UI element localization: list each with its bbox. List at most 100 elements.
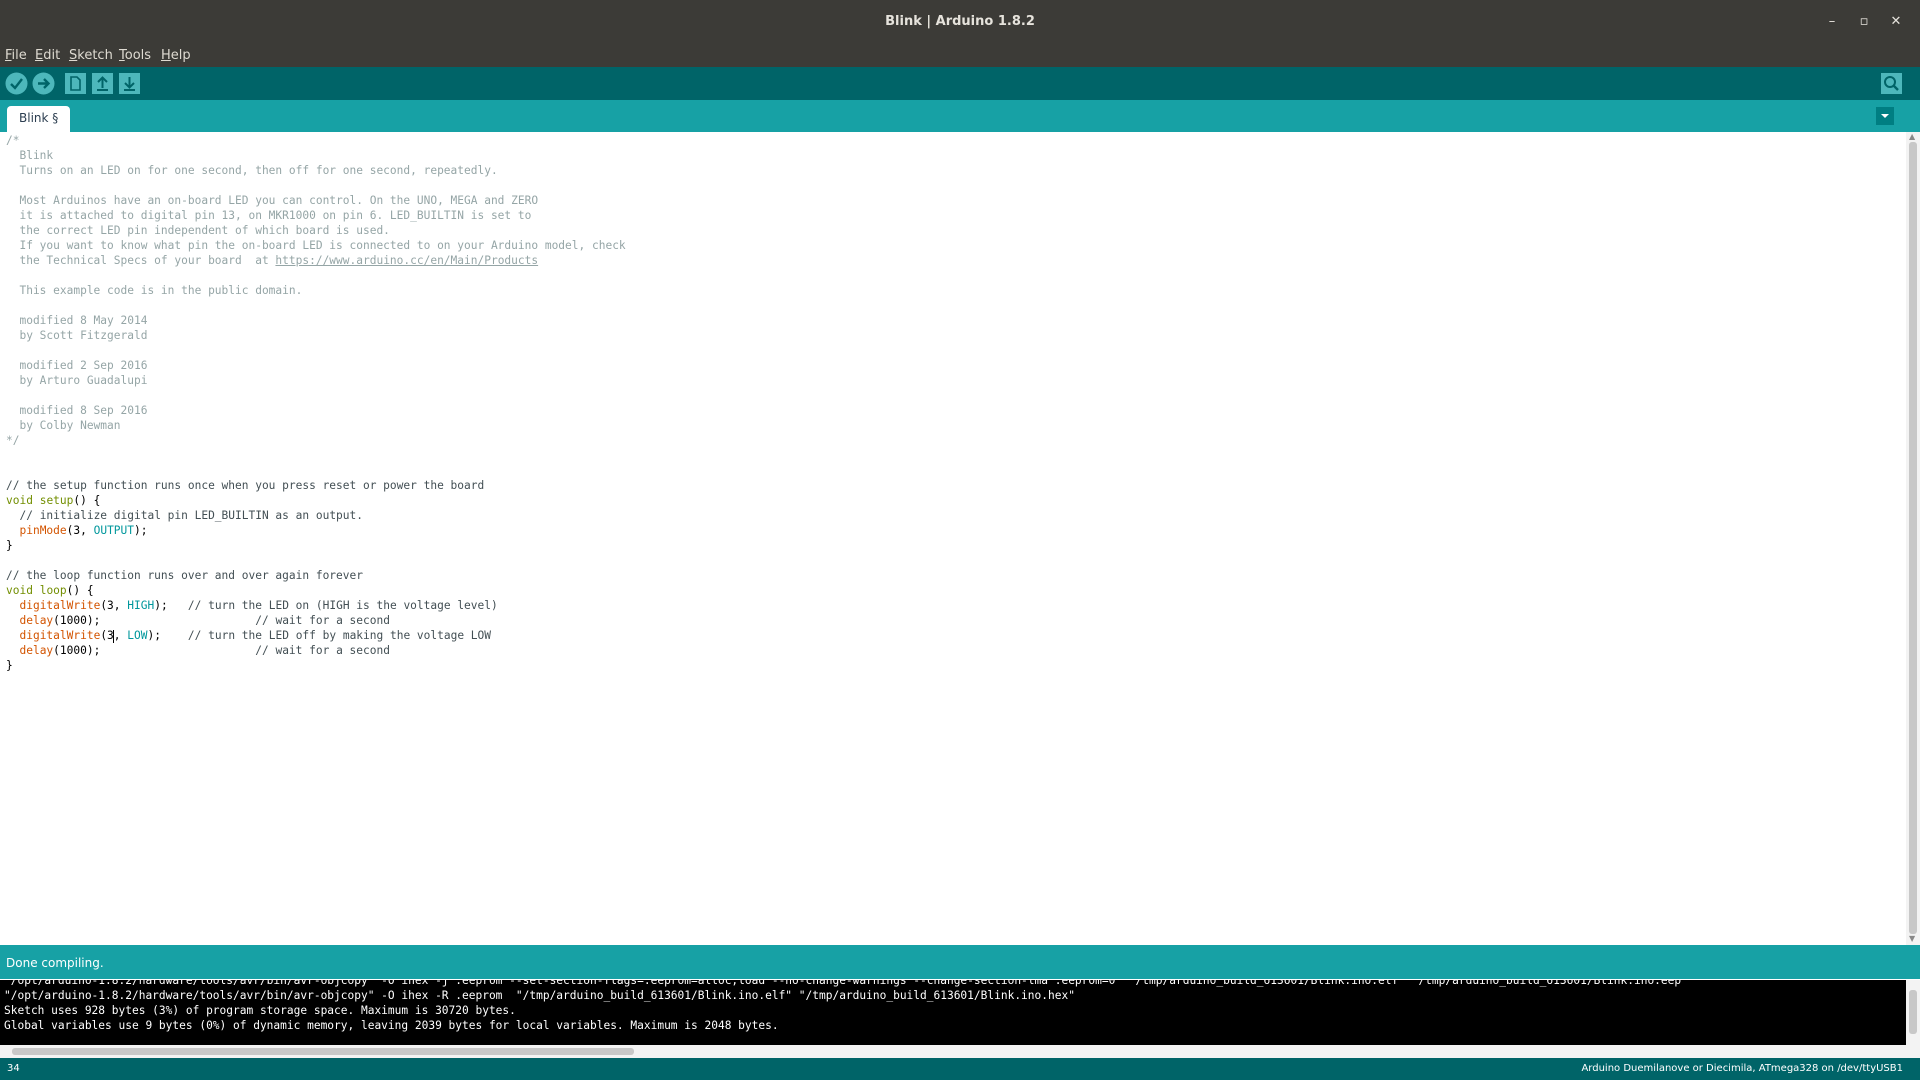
code-line[interactable]: void loop() {	[6, 583, 626, 598]
code-line[interactable]: modified 2 Sep 2016	[6, 358, 626, 373]
console-line: Global variables use 9 bytes (0%) of dyn…	[4, 1019, 779, 1032]
code-token: digitalWrite	[19, 629, 101, 642]
verify-button[interactable]	[5, 72, 28, 95]
menu-file[interactable]: File	[5, 48, 27, 63]
code-line[interactable]: the Technical Specs of your board at htt…	[6, 253, 626, 268]
console-scroll-thumb[interactable]	[1909, 990, 1917, 1034]
code-line[interactable]: Most Arduinos have an on-board LED you c…	[6, 193, 626, 208]
code-line[interactable]: }	[6, 538, 626, 553]
code-line[interactable]: Blink	[6, 148, 626, 163]
code-token: }	[6, 659, 13, 672]
code-token: modified 8 May 2014	[6, 314, 148, 327]
code-line[interactable]: // the loop function runs over and over …	[6, 568, 626, 583]
code-link[interactable]: https://www.arduino.cc/en/Main/Products	[275, 254, 538, 267]
code-line[interactable]: Turns on an LED on for one second, then …	[6, 163, 626, 178]
code-token: modified 8 Sep 2016	[6, 404, 148, 417]
code-token: );	[154, 599, 188, 612]
menu-sketch-label: ketch	[77, 48, 113, 63]
code-token: );	[134, 524, 148, 537]
tab-blink[interactable]: Blink §	[7, 106, 71, 132]
code-editor[interactable]: /* Blink Turns on an LED on for one seco…	[0, 132, 1905, 945]
minimize-button[interactable]: –	[1820, 10, 1844, 34]
menu-sketch[interactable]: Sketch	[69, 48, 113, 63]
menu-tools[interactable]: Tools	[119, 48, 151, 63]
code-token: Blink	[6, 149, 54, 162]
code-token: loop	[39, 584, 67, 597]
tab-menu-button[interactable]	[1876, 107, 1894, 125]
code-line[interactable]: }	[6, 658, 626, 673]
code-line[interactable]	[6, 298, 626, 313]
code-token: If you want to know what pin the on-boar…	[6, 239, 626, 252]
code-token: // the loop function runs over and over …	[6, 569, 363, 582]
save-sketch-button[interactable]	[118, 72, 141, 95]
new-sketch-button[interactable]	[64, 72, 87, 95]
code-line[interactable]: */	[6, 433, 626, 448]
console-vertical-scrollbar[interactable]	[1906, 980, 1920, 1045]
code-token: delay	[19, 614, 54, 627]
code-line[interactable]: // the setup function runs once when you…	[6, 478, 626, 493]
code-line[interactable]	[6, 388, 626, 403]
code-line[interactable]	[6, 448, 626, 463]
code-line[interactable]: If you want to know what pin the on-boar…	[6, 238, 626, 253]
code-line[interactable]: by Scott Fitzgerald	[6, 328, 626, 343]
code-line[interactable]	[6, 178, 626, 193]
code-token: (1000);	[53, 644, 256, 657]
code-line[interactable]: /*	[6, 133, 626, 148]
code-token: );	[147, 629, 188, 642]
code-line[interactable]: digitalWrite(3, LOW); // turn the LED of…	[6, 628, 626, 643]
code-text[interactable]: /* Blink Turns on an LED on for one seco…	[6, 133, 626, 673]
code-line[interactable]: This example code is in the public domai…	[6, 283, 626, 298]
code-line[interactable]: by Colby Newman	[6, 418, 626, 433]
code-line[interactable]: // initialize digital pin LED_BUILTIN as…	[6, 508, 626, 523]
upload-button[interactable]	[32, 72, 55, 95]
upload-icon	[32, 72, 55, 95]
open-icon	[92, 73, 113, 94]
close-button[interactable]: ✕	[1884, 10, 1908, 34]
code-line[interactable]: it is attached to digital pin 13, on MKR…	[6, 208, 626, 223]
verify-icon	[5, 72, 28, 95]
serial-monitor-button[interactable]	[1880, 72, 1903, 95]
code-line[interactable]	[6, 268, 626, 283]
scroll-up-icon[interactable]: ▲	[1909, 132, 1915, 141]
menu-help[interactable]: Help	[161, 48, 191, 63]
status-bar: Done compiling.	[0, 945, 1920, 979]
code-line[interactable]: the correct LED pin independent of which…	[6, 223, 626, 238]
code-token: () {	[73, 494, 101, 507]
code-line[interactable]: void setup() {	[6, 493, 626, 508]
code-token: delay	[19, 644, 54, 657]
code-line[interactable]: modified 8 May 2014	[6, 313, 626, 328]
console-output[interactable]: "/opt/arduino-1.8.2/hardware/tools/avr/b…	[0, 980, 1906, 1045]
maximize-button[interactable]: ▫	[1852, 10, 1876, 34]
console-horizontal-scrollbar[interactable]	[0, 1045, 1906, 1058]
new-icon	[65, 73, 86, 94]
open-sketch-button[interactable]	[91, 72, 114, 95]
code-token: digitalWrite	[19, 599, 101, 612]
code-line[interactable]: delay(1000); // wait for a second	[6, 613, 626, 628]
code-token: // wait for a second	[255, 614, 390, 627]
scroll-down-icon[interactable]: ▼	[1909, 934, 1915, 943]
code-token: by Arturo Guadalupi	[6, 374, 148, 387]
menu-tools-label: ools	[124, 48, 152, 63]
editor-scroll-thumb[interactable]	[1909, 142, 1917, 934]
code-line[interactable]: pinMode(3, OUTPUT);	[6, 523, 626, 538]
code-token: // initialize digital pin LED_BUILTIN as…	[19, 509, 363, 522]
menu-edit[interactable]: Edit	[35, 48, 60, 63]
console-hscroll-thumb[interactable]	[12, 1048, 634, 1055]
code-line[interactable]: delay(1000); // wait for a second	[6, 643, 626, 658]
code-line[interactable]	[6, 343, 626, 358]
code-line[interactable]: digitalWrite(3, HIGH); // turn the LED o…	[6, 598, 626, 613]
menu-edit-label: dit	[43, 48, 61, 63]
code-line[interactable]: by Arturo Guadalupi	[6, 373, 626, 388]
code-line[interactable]	[6, 553, 626, 568]
code-token: by Scott Fitzgerald	[6, 329, 148, 342]
code-token: setup	[39, 494, 74, 507]
code-token: LOW	[127, 629, 148, 642]
code-line[interactable]	[6, 463, 626, 478]
code-line[interactable]: modified 8 Sep 2016	[6, 403, 626, 418]
editor-vertical-scrollbar[interactable]: ▲ ▼	[1906, 132, 1920, 945]
